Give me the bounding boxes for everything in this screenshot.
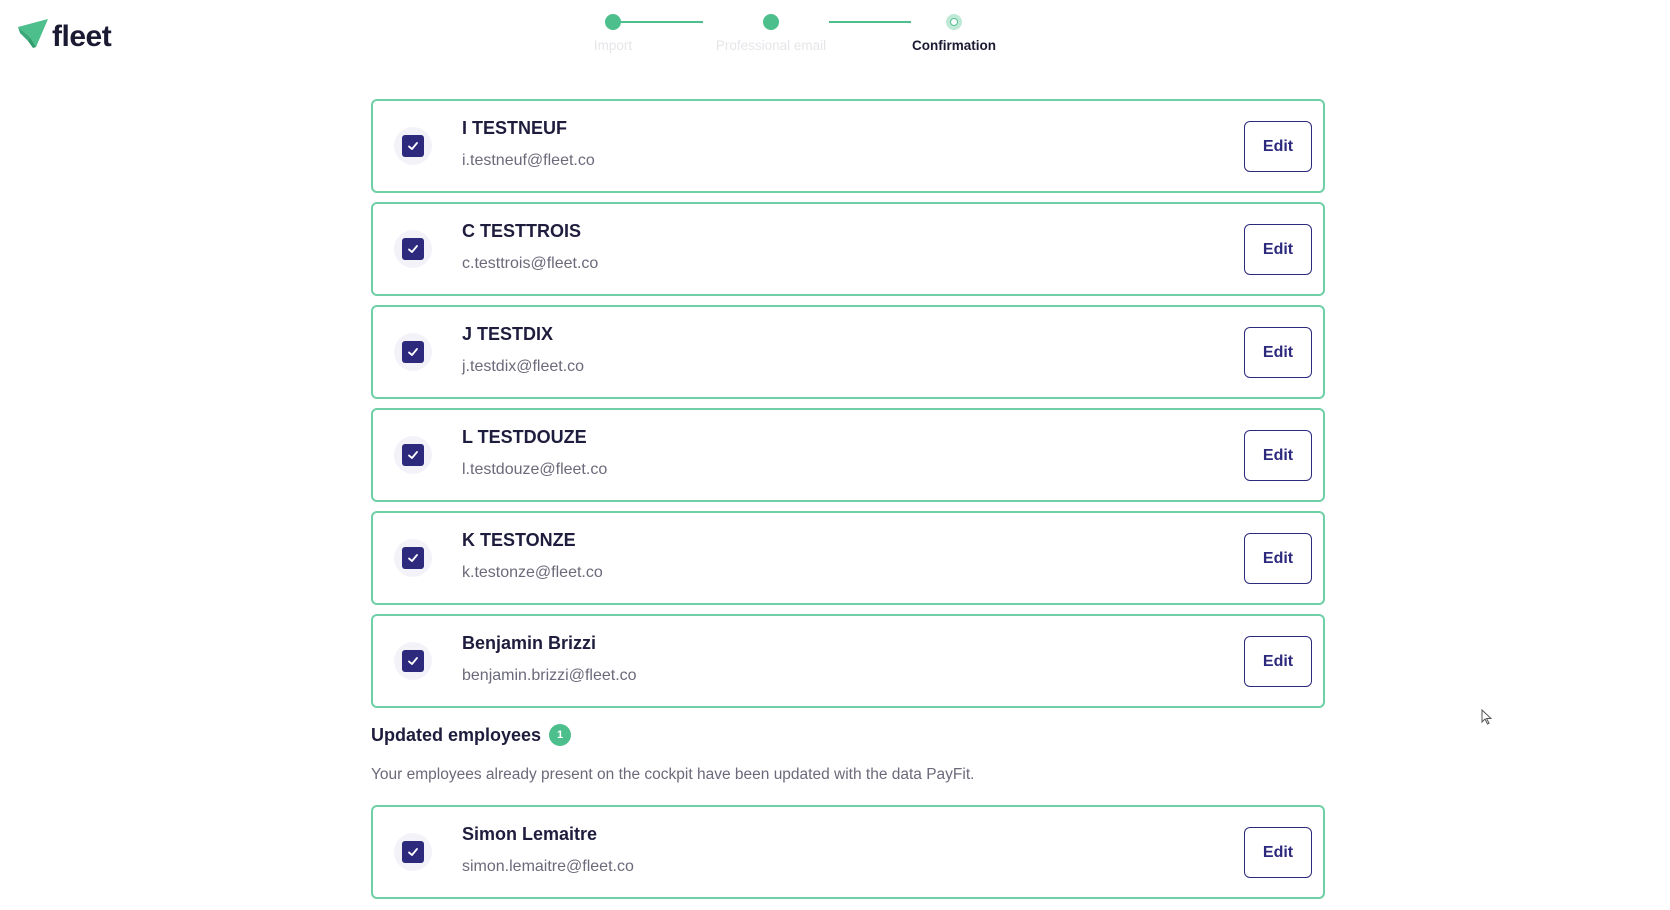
checkmark-icon	[408, 554, 418, 562]
employee-checkbox[interactable]	[394, 642, 432, 680]
employee-email: c.testtrois@fleet.co	[462, 255, 599, 272]
employee-name: K TESTONZE	[462, 530, 576, 550]
edit-button[interactable]: Edit	[1244, 430, 1312, 481]
employee-card: K TESTONZE k.testonze@fleet.co Edit	[371, 511, 1325, 605]
employee-name: L TESTDOUZE	[462, 427, 587, 447]
progress-stepper: Import Professional email Confirmation	[594, 0, 1080, 60]
employee-checkbox[interactable]	[394, 833, 432, 871]
confirmation-page: fleet Import Professional email Confirma…	[0, 0, 1670, 910]
edit-button[interactable]: Edit	[1244, 121, 1312, 172]
checkbox-checked	[402, 238, 424, 260]
step-label: Import	[593, 38, 633, 53]
checkbox-checked	[402, 135, 424, 157]
checkmark-icon	[408, 142, 418, 150]
employee-name: C TESTTROIS	[462, 221, 582, 241]
employee-checkbox[interactable]	[394, 436, 432, 474]
employee-email: i.testneuf@fleet.co	[462, 152, 595, 169]
checkbox-checked	[402, 341, 424, 363]
employee-checkbox[interactable]	[394, 230, 432, 268]
checkbox-checked	[402, 547, 424, 569]
edit-button[interactable]: Edit	[1244, 224, 1312, 275]
fleet-logo-text: fleet	[52, 19, 112, 53]
checkmark-icon	[408, 348, 418, 356]
employee-email: l.testdouze@fleet.co	[462, 461, 608, 478]
count-badge: 1	[549, 724, 572, 746]
checkbox-checked	[402, 650, 424, 672]
employee-name: I TESTNEUF	[462, 118, 568, 138]
edit-button[interactable]: Edit	[1244, 533, 1312, 584]
step-completed-dot	[605, 14, 621, 30]
employee-email: j.testdix@fleet.co	[462, 358, 585, 375]
checkmark-icon	[408, 848, 418, 856]
employee-card: C TESTTROIS c.testtrois@fleet.co Edit	[371, 202, 1325, 296]
checkmark-icon	[408, 245, 418, 253]
employee-card: I TESTNEUF i.testneuf@fleet.co Edit	[371, 99, 1325, 193]
employee-checkbox[interactable]	[394, 127, 432, 165]
employee-name: J TESTDIX	[462, 324, 554, 344]
employee-card: L TESTDOUZE l.testdouze@fleet.co Edit	[371, 408, 1325, 502]
checkmark-icon	[408, 451, 418, 459]
step-label: Professional email	[715, 38, 827, 53]
step-confirmation: Confirmation	[854, 14, 1054, 53]
employee-email: benjamin.brizzi@fleet.co	[462, 667, 637, 684]
step-professional-email: Professional email	[671, 14, 871, 53]
employee-checkbox[interactable]	[394, 539, 432, 577]
employee-list: I TESTNEUF i.testneuf@fleet.co Edit C TE…	[371, 99, 1325, 717]
updated-employee-list: Simon Lemaitre simon.lemaitre@fleet.co E…	[371, 805, 1325, 908]
employee-email: simon.lemaitre@fleet.co	[462, 858, 634, 875]
checkbox-checked	[402, 841, 424, 863]
employee-name: Simon Lemaitre	[462, 824, 598, 844]
section-description: Your employees already present on the co…	[371, 766, 975, 783]
checkbox-checked	[402, 444, 424, 466]
step-completed-dot	[763, 14, 779, 30]
employee-email: k.testonze@fleet.co	[462, 564, 603, 581]
employee-card: Benjamin Brizzi benjamin.brizzi@fleet.co…	[371, 614, 1325, 708]
employee-card: J TESTDIX j.testdix@fleet.co Edit	[371, 305, 1325, 399]
fleet-logo-icon	[16, 17, 50, 56]
checkmark-icon	[408, 657, 418, 665]
step-label: Confirmation	[912, 38, 996, 53]
employee-name: Benjamin Brizzi	[462, 633, 597, 653]
edit-button[interactable]: Edit	[1244, 636, 1312, 687]
step-current-dot	[946, 14, 962, 30]
section-title: Updated employees	[371, 724, 542, 745]
edit-button[interactable]: Edit	[1244, 827, 1312, 878]
mouse-cursor-icon	[1481, 708, 1493, 730]
updated-employees-header: Updated employees 1	[371, 724, 572, 746]
employee-card: Simon Lemaitre simon.lemaitre@fleet.co E…	[371, 805, 1325, 899]
employee-checkbox[interactable]	[394, 333, 432, 371]
fleet-logo[interactable]: fleet	[16, 17, 112, 56]
edit-button[interactable]: Edit	[1244, 327, 1312, 378]
